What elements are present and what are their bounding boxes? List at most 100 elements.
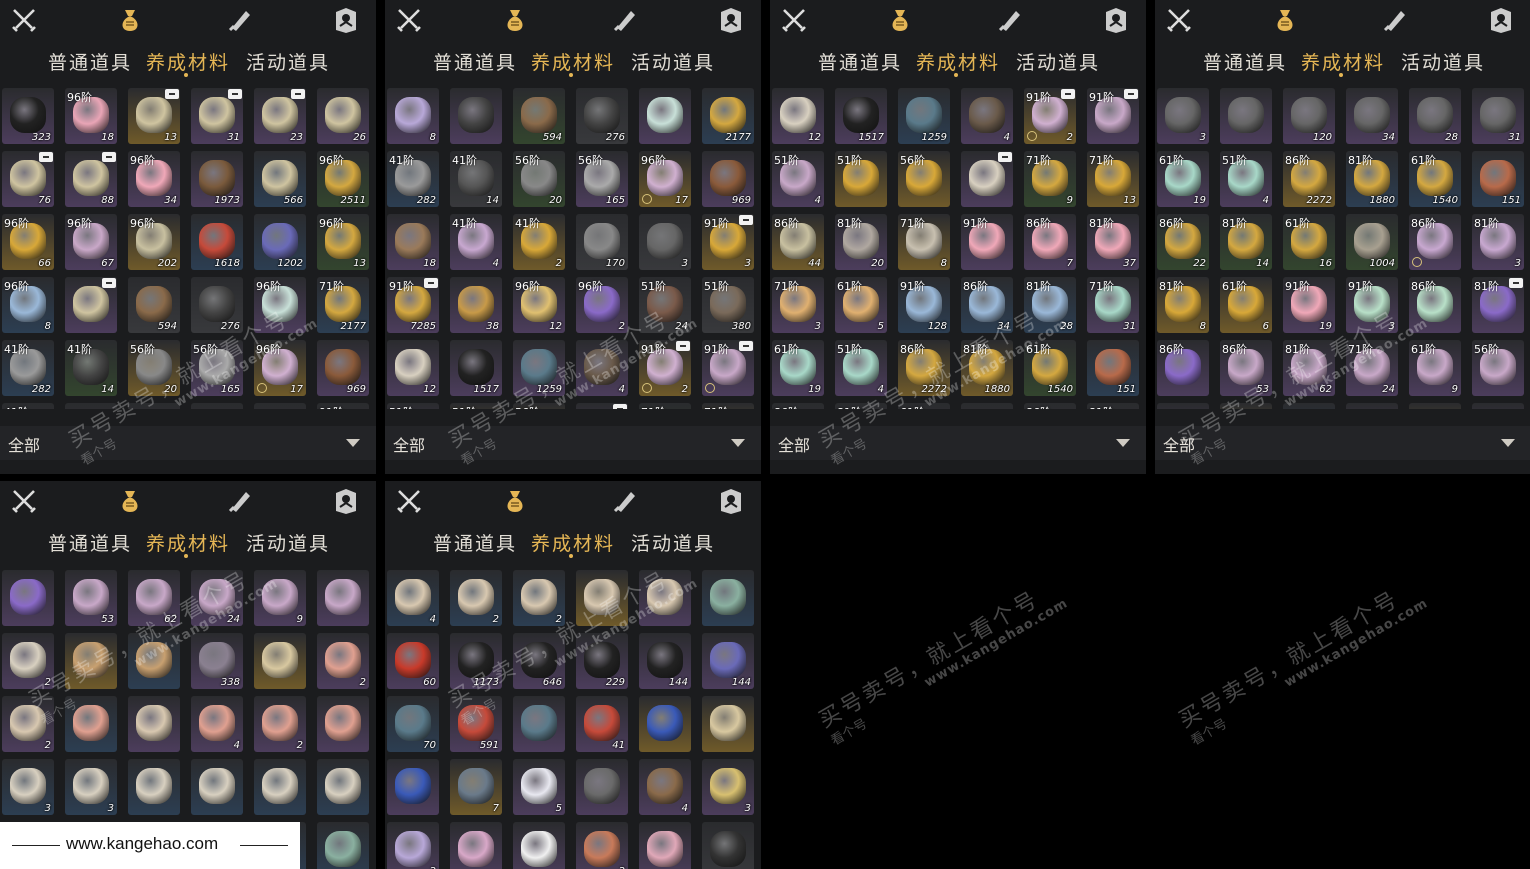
item-slot[interactable]: 31: [191, 88, 243, 144]
item-slot[interactable]: 2: [387, 822, 439, 869]
item-slot[interactable]: 71阶 2177: [317, 277, 369, 333]
item-slot[interactable]: 338: [1346, 403, 1398, 409]
item-slot[interactable]: 91阶 3: [1346, 277, 1398, 333]
item-slot[interactable]: [702, 570, 754, 626]
item-slot[interactable]: [191, 759, 243, 815]
item-slot[interactable]: 591: [450, 696, 502, 752]
item-slot[interactable]: [65, 277, 117, 333]
item-slot[interactable]: 4: [191, 696, 243, 752]
item-slot[interactable]: 61阶 16: [1283, 214, 1335, 270]
item-slot[interactable]: 96阶 18: [65, 88, 117, 144]
item-slot[interactable]: 86阶 7: [1024, 214, 1076, 270]
item-slot[interactable]: 96阶 67: [65, 214, 117, 270]
dropdown-arrow-icon[interactable]: [731, 439, 745, 447]
item-slot[interactable]: 62: [128, 570, 180, 626]
item-slot[interactable]: 3: [639, 214, 691, 270]
item-slot[interactable]: 3: [702, 759, 754, 815]
item-slot[interactable]: [128, 403, 180, 409]
item-slot[interactable]: 646: [513, 633, 565, 689]
tab-normal-items[interactable]: 普通道具: [433, 48, 517, 75]
item-slot[interactable]: [961, 151, 1013, 207]
tab-growth-materials[interactable]: 养成材料: [1301, 48, 1385, 75]
item-slot[interactable]: 1517: [450, 340, 502, 396]
item-slot[interactable]: [639, 696, 691, 752]
item-slot[interactable]: 338: [191, 633, 243, 689]
dropdown-arrow-icon[interactable]: [1116, 439, 1130, 447]
badge-icon[interactable]: [717, 6, 745, 34]
item-slot[interactable]: 41阶 282: [387, 151, 439, 207]
item-slot[interactable]: 51阶 4: [772, 151, 824, 207]
item-slot[interactable]: 71阶 8: [898, 214, 950, 270]
item-slot[interactable]: [639, 88, 691, 144]
item-slot[interactable]: 91阶 2: [1024, 88, 1076, 144]
item-slot[interactable]: 31: [1472, 88, 1524, 144]
crossed-swords-icon[interactable]: [10, 487, 38, 515]
item-slot[interactable]: 61阶 5: [835, 277, 887, 333]
tab-normal-items[interactable]: 普通道具: [48, 48, 132, 75]
tab-event-items[interactable]: 活动道具: [1016, 48, 1100, 75]
item-slot[interactable]: [317, 759, 369, 815]
item-slot[interactable]: 60: [387, 633, 439, 689]
item-slot[interactable]: 86阶: [1409, 214, 1461, 270]
tab-growth-materials[interactable]: 养成材料: [146, 48, 230, 75]
crossed-swords-icon[interactable]: [395, 487, 423, 515]
item-slot[interactable]: 91阶 128: [898, 277, 950, 333]
item-slot[interactable]: 7: [450, 759, 502, 815]
item-slot[interactable]: 91阶: [961, 214, 1013, 270]
item-slot[interactable]: 56阶: [1472, 340, 1524, 396]
item-slot[interactable]: 96阶 202: [128, 214, 180, 270]
badge-icon[interactable]: [332, 6, 360, 34]
item-slot[interactable]: 2: [2, 633, 54, 689]
item-slot[interactable]: 96阶 34: [128, 151, 180, 207]
scroll-brush-icon[interactable]: [226, 6, 254, 34]
item-slot[interactable]: 4: [639, 759, 691, 815]
item-slot[interactable]: 2: [576, 822, 628, 869]
item-slot[interactable]: 96阶: [254, 277, 306, 333]
item-slot[interactable]: 86阶: [1024, 403, 1076, 409]
tab-normal-items[interactable]: 普通道具: [48, 529, 132, 556]
item-slot[interactable]: 12: [772, 88, 824, 144]
item-slot[interactable]: 96阶 12: [513, 277, 565, 333]
item-slot[interactable]: 91阶 2: [639, 340, 691, 396]
item-slot[interactable]: [65, 696, 117, 752]
item-slot[interactable]: 323: [2, 88, 54, 144]
item-slot[interactable]: 96阶 13: [317, 214, 369, 270]
item-slot[interactable]: 969: [702, 151, 754, 207]
item-slot[interactable]: 41阶 4: [450, 214, 502, 270]
item-slot[interactable]: [317, 570, 369, 626]
crossed-swords-icon[interactable]: [1165, 6, 1193, 34]
item-slot[interactable]: [2, 570, 54, 626]
item-slot[interactable]: 51阶: [835, 151, 887, 207]
item-slot[interactable]: 86阶 2272: [1283, 151, 1335, 207]
item-slot[interactable]: [317, 822, 369, 869]
item-slot[interactable]: 594: [128, 277, 180, 333]
item-slot[interactable]: [65, 403, 117, 409]
item-slot[interactable]: 61阶 1540: [1024, 340, 1076, 396]
item-slot[interactable]: 41阶 14: [450, 151, 502, 207]
item-slot[interactable]: 86阶 44: [772, 214, 824, 270]
item-slot[interactable]: 4: [576, 340, 628, 396]
item-slot[interactable]: 51阶 24: [639, 277, 691, 333]
scroll-brush-icon[interactable]: [1381, 6, 1409, 34]
item-slot[interactable]: 96阶 17: [254, 340, 306, 396]
item-slot[interactable]: 2: [317, 633, 369, 689]
item-slot[interactable]: [128, 759, 180, 815]
item-slot[interactable]: [1283, 403, 1335, 409]
item-slot[interactable]: 86阶 34: [961, 277, 1013, 333]
item-slot[interactable]: 96阶 66: [2, 214, 54, 270]
item-slot[interactable]: [450, 822, 502, 869]
money-bag-icon[interactable]: [116, 487, 144, 515]
item-slot[interactable]: [702, 822, 754, 869]
tab-growth-materials[interactable]: 养成材料: [916, 48, 1000, 75]
tab-growth-materials[interactable]: 养成材料: [531, 48, 615, 75]
item-slot[interactable]: 61阶 9: [1409, 340, 1461, 396]
item-slot[interactable]: 86阶 53: [1220, 340, 1272, 396]
item-slot[interactable]: 41阶 282: [2, 340, 54, 396]
badge-icon[interactable]: [717, 487, 745, 515]
item-slot[interactable]: 81阶 37: [1087, 214, 1139, 270]
item-slot[interactable]: 86阶: [1409, 277, 1461, 333]
item-slot[interactable]: 2: [450, 570, 502, 626]
scroll-brush-icon[interactable]: [996, 6, 1024, 34]
item-slot[interactable]: [1220, 403, 1272, 409]
item-slot[interactable]: 1173: [450, 633, 502, 689]
